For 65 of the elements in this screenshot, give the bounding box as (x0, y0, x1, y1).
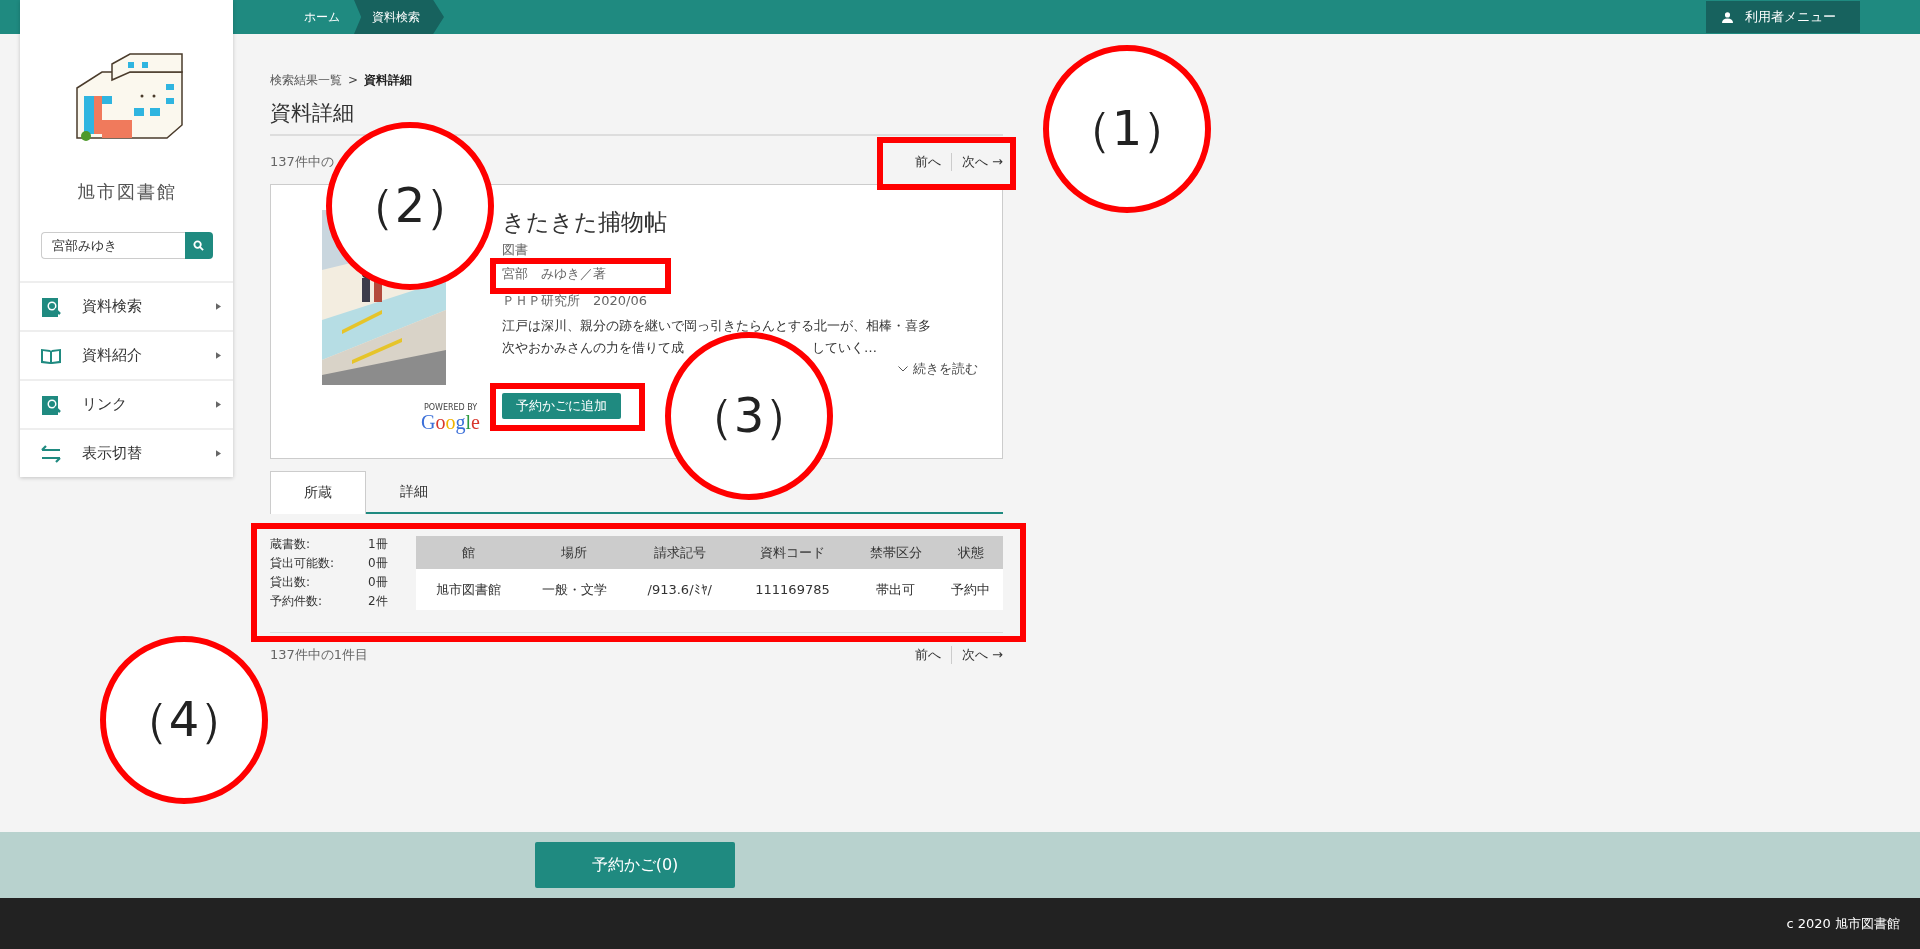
copyright-text: c 2020 旭市図書館 (1786, 914, 1900, 933)
caret-icon (216, 401, 221, 408)
breadcrumb-link[interactable]: 資料検索 (354, 0, 444, 34)
chevron-down-icon (898, 366, 908, 372)
user-menu-button[interactable]: 利用者メニュー (1706, 1, 1860, 33)
author-text: 宮部 みゆき／著 (502, 265, 606, 283)
result-count: 137件中の1件目 (270, 646, 369, 664)
search-field[interactable]: 宮部みゆき (40, 232, 185, 259)
summary-value: 2件 (368, 593, 388, 610)
summary-value: 0冊 (368, 574, 388, 591)
callout-circle: （4） (100, 636, 268, 804)
result-count: 137件中の (270, 153, 334, 171)
search-button[interactable] (184, 232, 213, 259)
column-header: 場所 (521, 536, 628, 569)
breadcrumb-link[interactable]: ホーム (290, 0, 354, 34)
read-more-link[interactable]: 続きを読む (898, 360, 978, 378)
cart-button[interactable]: 予約かご(0) (535, 842, 735, 888)
previous-link[interactable]: 前へ (914, 153, 941, 171)
table-cell: 一般・文学 (521, 569, 628, 610)
caret-icon (216, 303, 221, 310)
sidebar-menu-item[interactable]: 資料検索 (20, 281, 233, 330)
tab[interactable]: 詳細 (366, 471, 462, 512)
book-search-icon (40, 295, 62, 318)
summary-label: 貸出可能数: (270, 555, 336, 572)
swap-arrows-icon (40, 442, 62, 465)
breadcrumb-link[interactable]: 検索結果一覧 (270, 71, 342, 89)
summary-label: 蔵書数: (270, 536, 312, 553)
caret-icon (216, 352, 221, 359)
book-title: きたきた捕物帖 (502, 208, 667, 237)
sidebar-menu-item[interactable]: 資料紹介 (20, 330, 233, 379)
previous-link[interactable]: 前へ (914, 646, 941, 664)
column-header: 請求記号 (627, 536, 733, 569)
next-link[interactable]: 次へ → (961, 646, 1003, 664)
column-header: 館 (415, 536, 522, 569)
google-logo: POWERED BY Google (421, 403, 480, 432)
add-to-cart-button[interactable]: 予約かごに追加 (502, 393, 621, 419)
column-header: 禁帯区分 (852, 536, 939, 569)
search-icon (193, 240, 204, 251)
sidebar-menu-item[interactable]: 表示切替 (20, 428, 233, 477)
callout-circle: （1） (1043, 45, 1211, 213)
column-header: 資料コード (732, 536, 853, 569)
breadcrumb-link[interactable]: 資料詳細 (364, 71, 413, 89)
user-icon (1722, 11, 1733, 23)
next-link[interactable]: 次へ → (961, 153, 1003, 171)
description-text: していく… (812, 339, 877, 357)
summary-value: 0冊 (368, 555, 388, 572)
table-cell: 旭市図書館 (415, 569, 522, 610)
table-cell: 111169785 (732, 569, 853, 610)
library-name: 旭市図書館 (76, 180, 177, 204)
material-type: 図書 (502, 241, 528, 259)
description-text: 次やおかみさんの力を借りて成 (502, 339, 684, 357)
table-cell: /913.6/ﾐﾔ/ (627, 569, 733, 610)
sidebar-menu-item[interactable]: リンク (20, 379, 233, 428)
caret-icon (216, 450, 221, 457)
summary-label: 予約件数: (270, 593, 324, 610)
description-text: 江戸は深川、親分の跡を継いで岡っ引きたらんとする北一が、相棒・喜多 (502, 317, 931, 335)
book-search-icon (40, 393, 62, 416)
tab[interactable]: 所蔵 (270, 471, 366, 514)
summary-label: 貸出数: (270, 574, 312, 591)
summary-value: 1冊 (368, 536, 388, 553)
column-header: 状態 (938, 536, 1003, 569)
table-cell: 予約中 (938, 569, 1003, 610)
breadcrumb-separator: > (348, 73, 359, 87)
table-cell: 帯出可 (852, 569, 939, 610)
publisher-text: ＰＨＰ研究所 2020/06 (502, 292, 647, 310)
